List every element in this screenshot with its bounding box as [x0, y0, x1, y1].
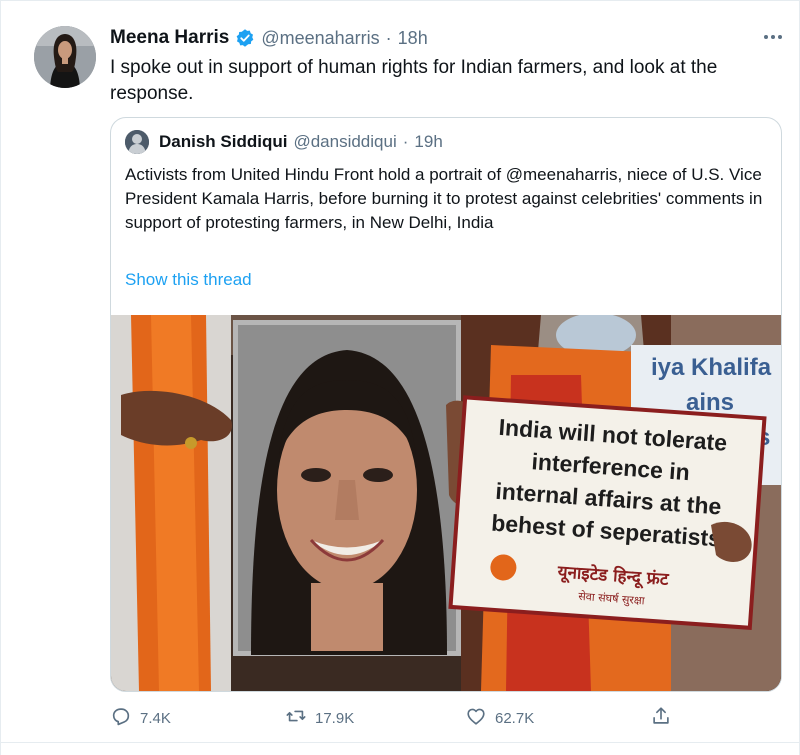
tweet-actions: 7.4K 17.9K 62.7K [110, 705, 690, 731]
frame-top-border [0, 0, 800, 1]
back-sign-line: iya Khalifa [651, 354, 772, 381]
more-icon[interactable] [760, 27, 786, 47]
tweet-header: Meena Harris @meenaharris · 18h [110, 26, 428, 50]
tweet-timestamp[interactable]: 18h [398, 28, 428, 49]
like-button[interactable]: 62.7K [465, 705, 534, 731]
verified-badge-icon [235, 28, 255, 48]
quoted-author-name: Danish Siddiqui [159, 132, 288, 151]
tweet-text: I spoke out in support of human rights f… [110, 57, 718, 104]
reply-count: 7.4K [140, 709, 171, 727]
quoted-tweet-header: Danish Siddiqui @dansiddiqui · 19h [125, 130, 443, 154]
like-icon [465, 705, 487, 732]
protest-placard: India will not tolerate interference in … [448, 395, 767, 630]
quoted-tweet-photo[interactable]: iya Khalifa ains usnes [111, 315, 781, 691]
like-count: 62.7K [495, 709, 535, 727]
quoted-author-avatar[interactable] [125, 130, 149, 154]
show-thread-link[interactable]: Show this thread [125, 270, 252, 290]
author-name[interactable]: Meena Harris [110, 27, 229, 49]
separator-dot: · [385, 27, 392, 48]
quoted-tweet-text: Activists from United Hindu Front hold a… [125, 165, 763, 232]
portrait-print [233, 320, 461, 656]
reply-button[interactable]: 7.4K [110, 705, 171, 731]
frame-bottom-border [0, 742, 800, 743]
frame-left-border [0, 0, 1, 755]
share-icon [650, 705, 672, 732]
quoted-separator-dot: · [402, 132, 409, 151]
retweet-icon [285, 705, 307, 732]
quoted-author-handle: @dansiddiqui [293, 132, 397, 151]
share-button[interactable] [650, 705, 672, 731]
retweet-count: 17.9K [315, 709, 355, 727]
retweet-button[interactable]: 17.9K [285, 705, 354, 731]
quoted-tweet[interactable]: Danish Siddiqui @dansiddiqui · 19h Activ… [110, 117, 782, 692]
quoted-timestamp: 19h [414, 132, 443, 151]
reply-icon [110, 705, 132, 732]
author-handle[interactable]: @meenaharris [261, 28, 379, 49]
author-avatar[interactable] [34, 26, 96, 88]
